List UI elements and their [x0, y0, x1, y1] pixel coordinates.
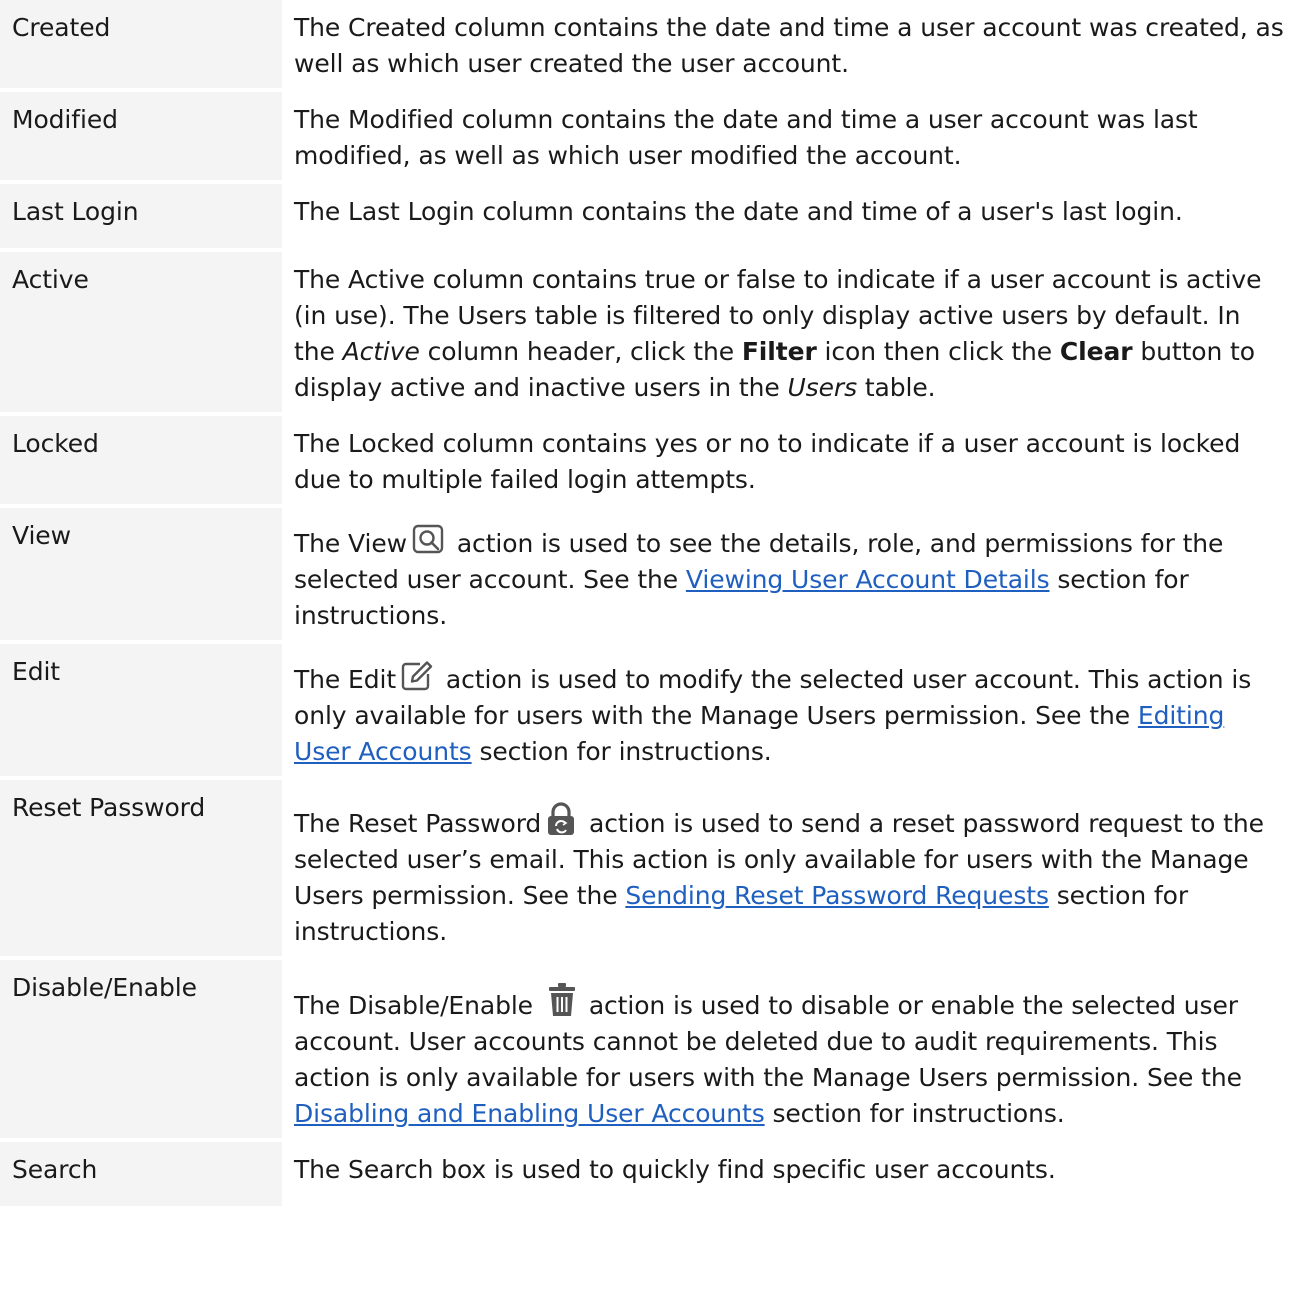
- trash-icon: [547, 982, 577, 1018]
- term-edit: Edit: [0, 644, 286, 780]
- term-disable-enable: Disable/Enable: [0, 960, 286, 1142]
- table-row: Search The Search box is used to quickly…: [0, 1142, 1296, 1210]
- link-disabling-and-enabling-user-accounts[interactable]: Disabling and Enabling User Accounts: [294, 1099, 765, 1128]
- term-locked: Locked: [0, 416, 286, 508]
- table-row: Locked The Locked column contains yes or…: [0, 416, 1296, 508]
- link-viewing-user-account-details[interactable]: Viewing User Account Details: [686, 565, 1050, 594]
- link-sending-reset-password-requests[interactable]: Sending Reset Password Requests: [625, 881, 1049, 910]
- emph-active: Active: [342, 337, 420, 366]
- term-reset-password: Reset Password: [0, 780, 286, 960]
- desc-edit: The Edit action is used to modify the se…: [286, 644, 1296, 780]
- desc-modified: The Modified column contains the date an…: [286, 92, 1296, 184]
- desc-search: The Search box is used to quickly find s…: [286, 1142, 1296, 1210]
- table-row: Modified The Modified column contains th…: [0, 92, 1296, 184]
- table-row: View The View action is used to see the …: [0, 508, 1296, 644]
- term-active: Active: [0, 252, 286, 416]
- bold-filter: Filter: [741, 337, 817, 366]
- table-row: Disable/Enable The Disable/Enable action…: [0, 960, 1296, 1142]
- view-magnifier-icon: [411, 524, 445, 556]
- desc-locked: The Locked column contains yes or no to …: [286, 416, 1296, 508]
- edit-pencil-icon: [400, 660, 434, 692]
- bold-clear: Clear: [1059, 337, 1133, 366]
- emph-users: Users: [787, 373, 857, 402]
- desc-view: The View action is used to see the detai…: [286, 508, 1296, 644]
- desc-disable-enable: The Disable/Enable action is used to dis…: [286, 960, 1296, 1142]
- definition-table: Created The Created column contains the …: [0, 0, 1296, 1210]
- table-row: Edit The Edit action is used to modify t…: [0, 644, 1296, 780]
- table-row: Reset Password The Reset Password action…: [0, 780, 1296, 960]
- desc-reset-password: The Reset Password action is used to sen…: [286, 780, 1296, 960]
- desc-created: The Created column contains the date and…: [286, 0, 1296, 92]
- term-modified: Modified: [0, 92, 286, 184]
- term-last-login: Last Login: [0, 184, 286, 252]
- term-created: Created: [0, 0, 286, 92]
- desc-active: The Active column contains true or false…: [286, 252, 1296, 416]
- table-row: Active The Active column contains true o…: [0, 252, 1296, 416]
- table-row: Last Login The Last Login column contain…: [0, 184, 1296, 252]
- reset-lock-icon: [545, 802, 577, 836]
- term-view: View: [0, 508, 286, 644]
- term-search: Search: [0, 1142, 286, 1210]
- table-row: Created The Created column contains the …: [0, 0, 1296, 92]
- desc-last-login: The Last Login column contains the date …: [286, 184, 1296, 252]
